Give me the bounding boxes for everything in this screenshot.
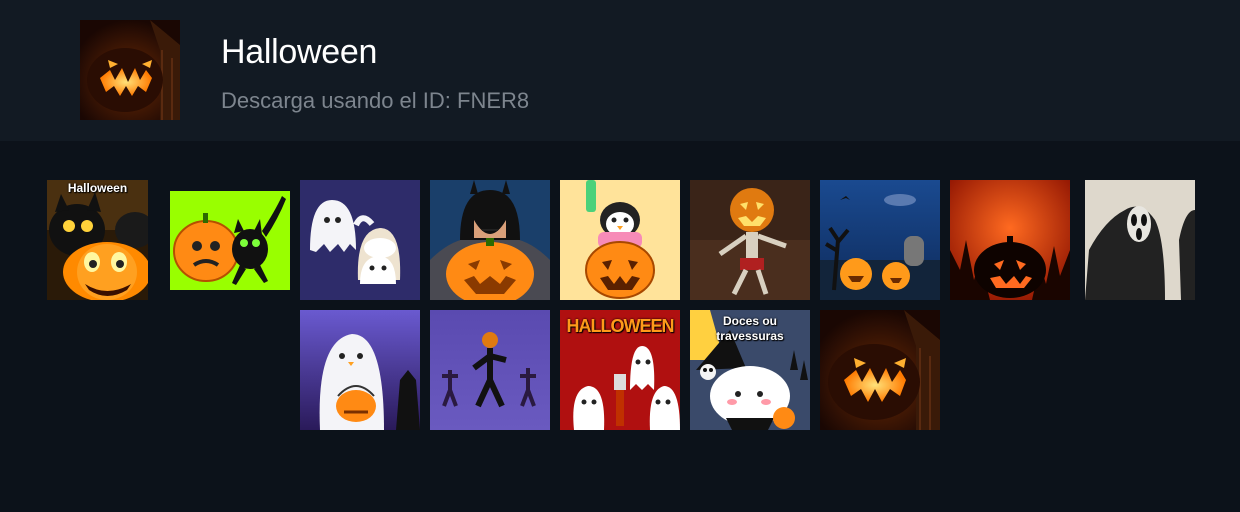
sticker-pumpkin-black-cat[interactable] bbox=[170, 191, 290, 290]
sticker-carved-pumpkin[interactable] bbox=[820, 310, 940, 430]
batman-icon bbox=[430, 180, 550, 300]
ghost-bucket-icon bbox=[300, 310, 420, 430]
sticker-ghostface[interactable] bbox=[1085, 180, 1195, 300]
sticker-doces-ou-travessuras[interactable]: Doces ou travessuras bbox=[690, 310, 810, 430]
pack-header: Halloween Descarga usando el ID: FNER8 bbox=[0, 0, 1240, 141]
sticker-penguin-pumpkin[interactable] bbox=[560, 180, 680, 300]
sticker-batman-pumpkin[interactable] bbox=[430, 180, 550, 300]
sticker-cat-pumpkin-halloween[interactable]: Halloween bbox=[47, 180, 148, 300]
sticker-halloween-ghosts[interactable]: HALLOWEEN bbox=[560, 310, 680, 430]
ghostface-icon bbox=[1085, 180, 1195, 300]
sticker-graveyard-pumpkins[interactable] bbox=[820, 180, 940, 300]
red-pumpkin-icon bbox=[950, 180, 1070, 300]
pack-cover-image bbox=[80, 20, 180, 120]
ghosts-icon bbox=[300, 180, 420, 300]
sticker-caption: HALLOWEEN bbox=[566, 316, 675, 336]
sticker-ghost-candy-bucket[interactable] bbox=[300, 310, 420, 430]
pack-download-id: Descarga usando el ID: FNER8 bbox=[221, 88, 530, 113]
sticker-caption: Doces ou travessuras bbox=[716, 314, 784, 343]
sticker-red-pumpkin-silhouette[interactable] bbox=[950, 180, 1070, 300]
dancers-icon bbox=[430, 310, 550, 430]
skeleton-icon bbox=[690, 180, 810, 300]
sticker-two-ghosts[interactable] bbox=[300, 180, 420, 300]
sticker-caption: Halloween bbox=[67, 181, 128, 195]
graveyard-icon bbox=[820, 180, 940, 300]
sticker-pumpkin-head-dancers[interactable] bbox=[430, 310, 550, 430]
pumpkin-cat-icon bbox=[170, 191, 290, 290]
cat-pumpkin-icon bbox=[47, 180, 148, 300]
penguin-icon bbox=[560, 180, 680, 300]
carved-pumpkin-large-icon bbox=[820, 310, 940, 430]
pack-title: Halloween bbox=[221, 33, 378, 71]
carved-pumpkin-icon bbox=[80, 20, 180, 120]
sticker-pumpkin-head-skeleton[interactable] bbox=[690, 180, 810, 300]
